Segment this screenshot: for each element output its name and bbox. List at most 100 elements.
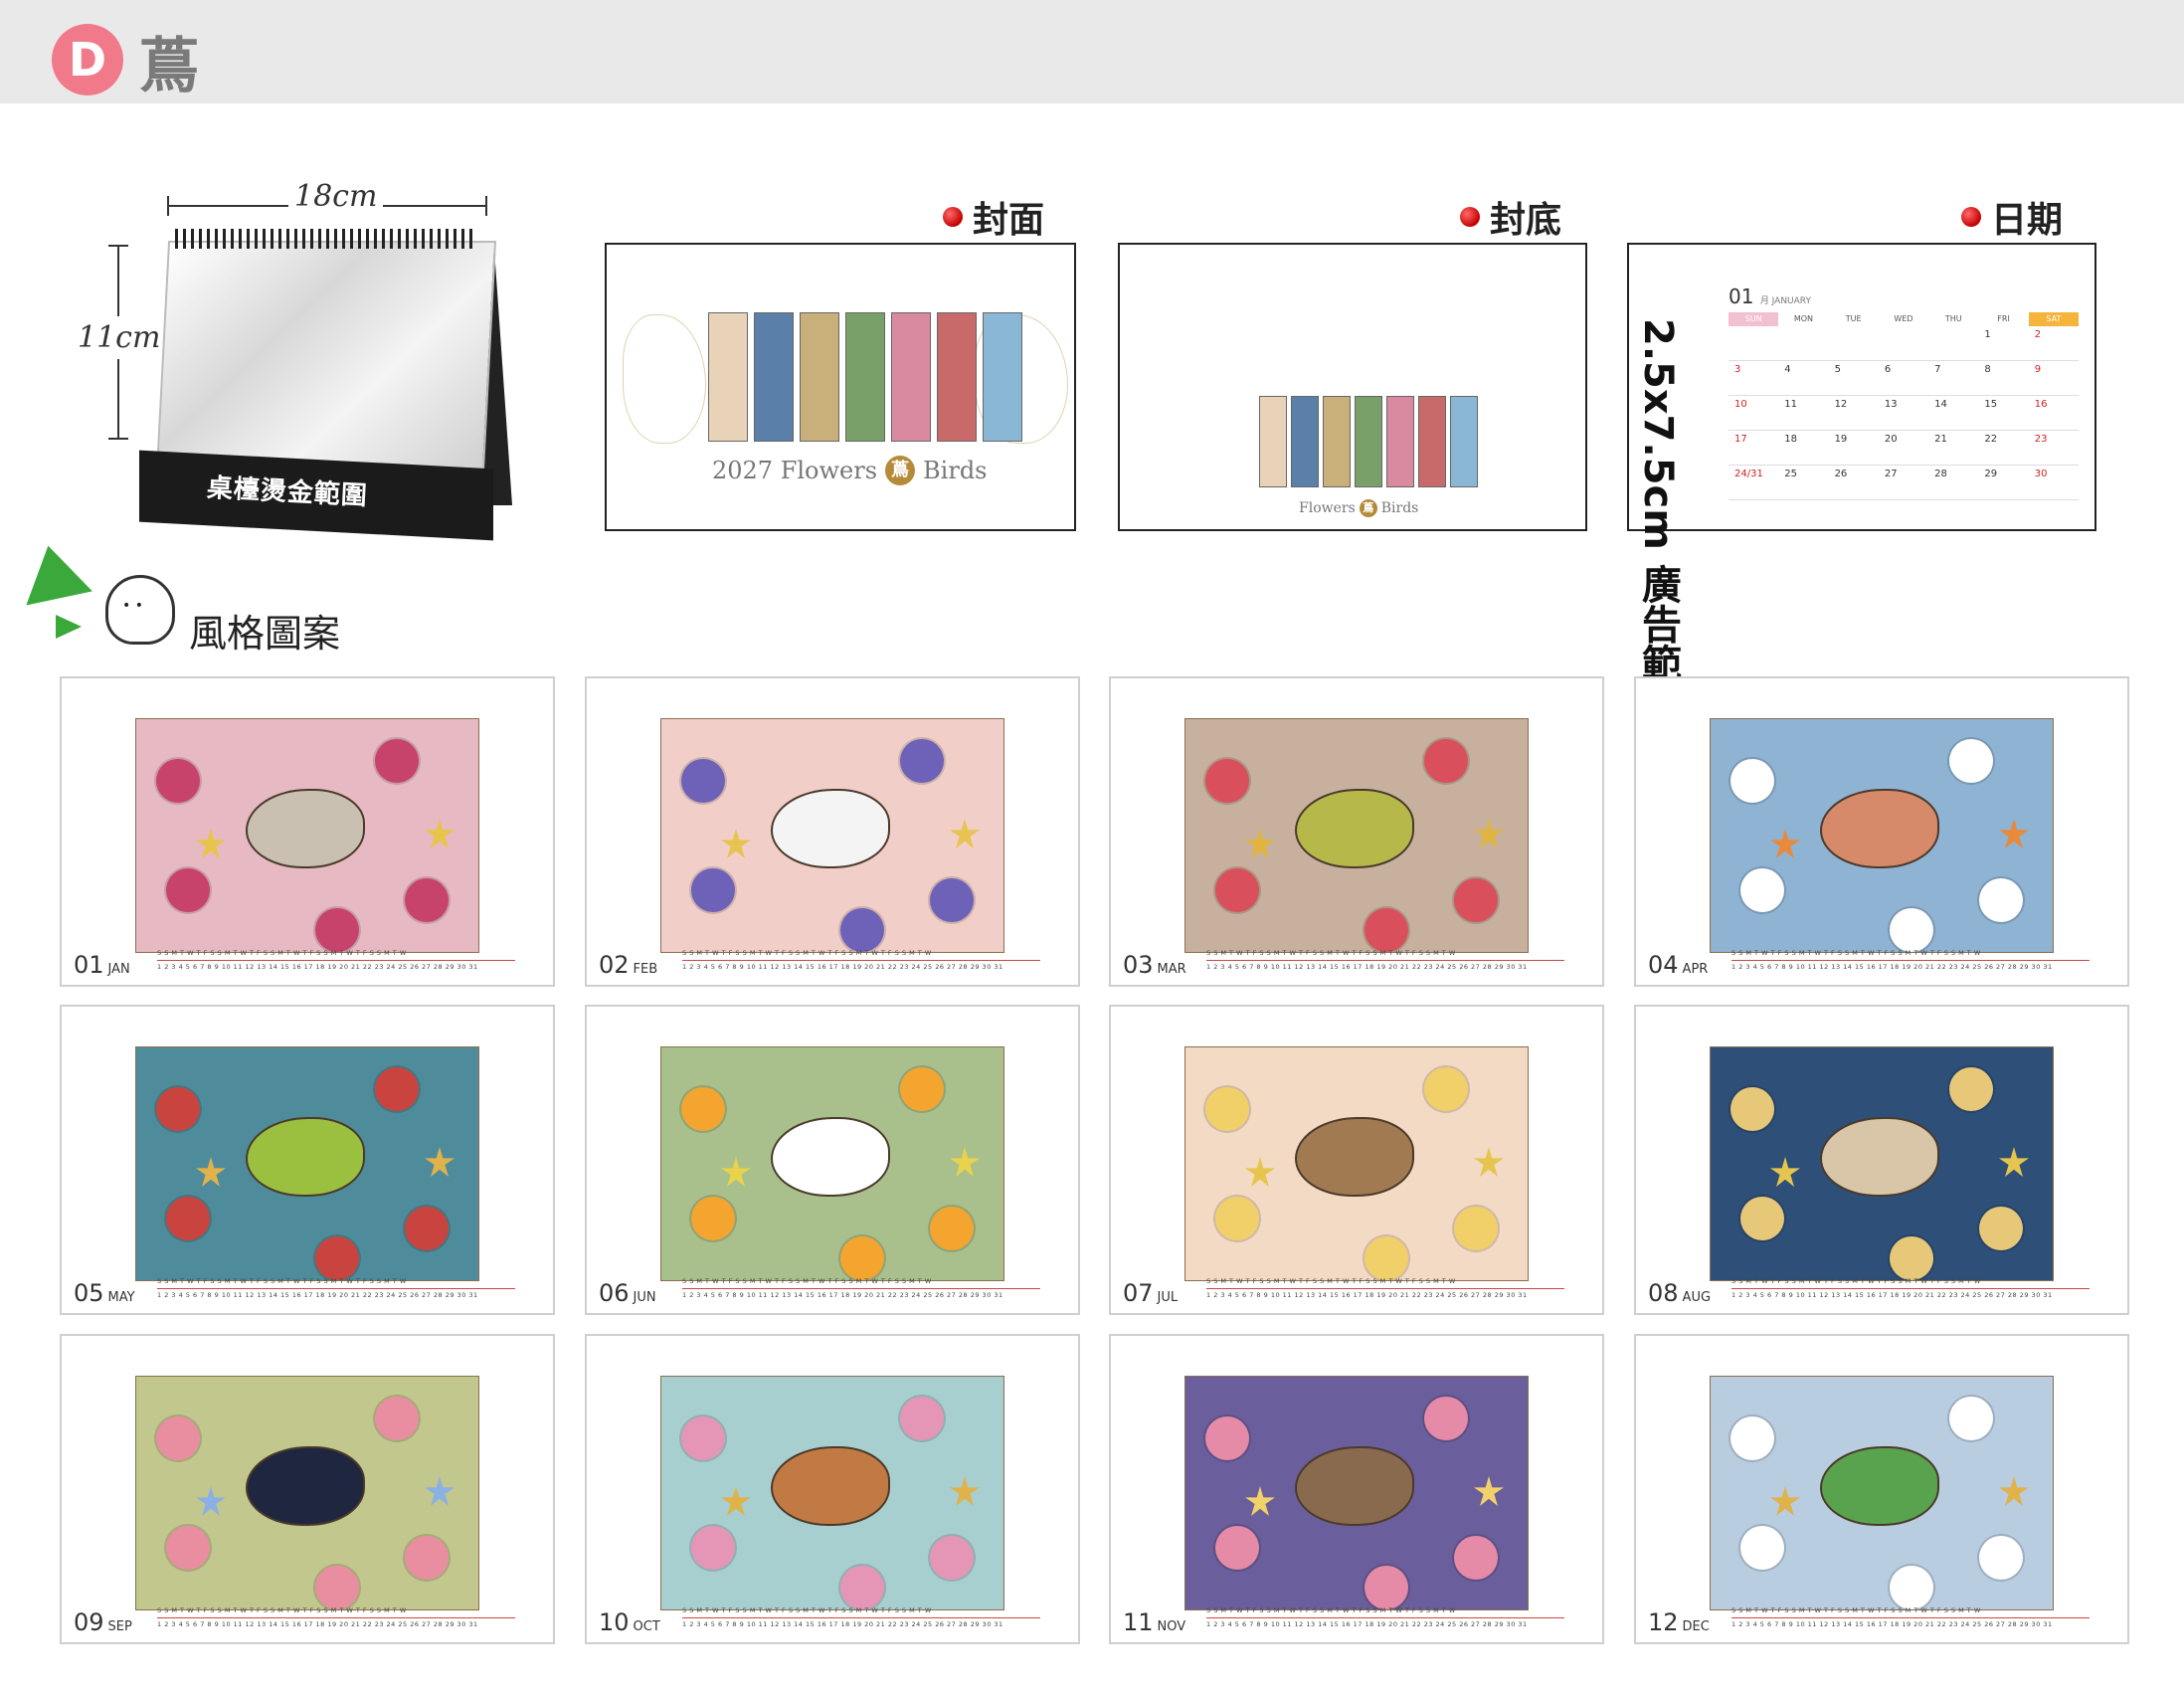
month-day-strip: S S M T W T F S S M T W T F S S M T W T … bbox=[1731, 1277, 2090, 1301]
day-cell: 3 bbox=[1729, 361, 1779, 396]
day-cell bbox=[1828, 326, 1879, 361]
month-name: JUL bbox=[1157, 1290, 1179, 1305]
weekday-strip: S S M T W T F S S M T W T F S S M T W T … bbox=[1731, 1606, 2090, 1618]
day-cell: 28 bbox=[1928, 466, 1979, 500]
weekday-label: TUE bbox=[1845, 314, 1862, 323]
star-motif bbox=[721, 1486, 751, 1516]
day-grid: 1 2 3 4 5 6 7 8 9 10 11 12 13 14 15 16 17 18 19 20 21 22 23 24/… bbox=[1729, 326, 2079, 500]
bird-figure bbox=[1820, 1117, 1939, 1197]
bullet-icon bbox=[943, 207, 963, 227]
flower-motif bbox=[1454, 878, 1498, 922]
flower-motif bbox=[375, 739, 419, 783]
front-cover-panel: 2027 Flowers 蔦 Birds bbox=[605, 243, 1076, 531]
star-motif bbox=[196, 1157, 226, 1187]
month-number: 08 bbox=[1648, 1279, 1679, 1307]
month-label: 05 MAY bbox=[74, 1279, 135, 1307]
month-illustration bbox=[660, 1046, 1004, 1281]
flower-motif bbox=[1215, 1526, 1259, 1570]
weekday-label: FRI bbox=[1997, 314, 2010, 323]
cover-strip bbox=[708, 312, 748, 442]
weekday-strip: S S M T W T F S S M T W T F S S M T W T … bbox=[1731, 949, 2090, 961]
star-motif bbox=[1474, 1147, 1504, 1177]
day-cell: 10 bbox=[1729, 396, 1779, 431]
day-cell: 2 bbox=[2028, 326, 2079, 361]
day-cell bbox=[1928, 326, 1979, 361]
month-card: 10 OCT S S M T W T F S S M T W T F S S M T… bbox=[585, 1334, 1080, 1644]
back-strip bbox=[1418, 396, 1446, 487]
star-motif bbox=[1999, 1476, 2029, 1506]
flower-motif bbox=[1365, 908, 1408, 952]
month-name: NOV bbox=[1157, 1619, 1186, 1634]
date-strip: 1 2 3 4 5 6 7 8 9 10 11 12 13 14 15 16 1… bbox=[1206, 1620, 1528, 1628]
weekday-label: SAT bbox=[2028, 312, 2079, 326]
flower-motif bbox=[1979, 1207, 2023, 1250]
weekday-strip: S S M T W T F S S M T W T F S S M T W T … bbox=[1206, 949, 1564, 961]
star-motif bbox=[1770, 1157, 1800, 1187]
flower-motif bbox=[1730, 759, 1774, 803]
date-strip: 1 2 3 4 5 6 7 8 9 10 11 12 13 14 15 16 1… bbox=[1731, 1291, 2053, 1299]
month-number: 04 bbox=[1648, 951, 1679, 979]
flower-motif bbox=[166, 1197, 210, 1240]
star-motif bbox=[1770, 1486, 1800, 1516]
month-card: 06 JUN S S M T W T F S S M T W T F S S M T… bbox=[585, 1005, 1080, 1315]
star-motif bbox=[425, 1147, 455, 1177]
back-strip bbox=[1259, 396, 1287, 487]
star-motif bbox=[1474, 819, 1504, 848]
bird-figure bbox=[1820, 789, 1939, 868]
flower-motif bbox=[315, 908, 359, 952]
flower-motif bbox=[1740, 1197, 1784, 1240]
weekday-strip: S S M T W T F S S M T W T F S S M T W T … bbox=[157, 1606, 515, 1618]
month-card: 02 FEB S S M T W T F S S M T W T F S S M T… bbox=[585, 676, 1080, 987]
day-cell: 13 bbox=[1878, 396, 1929, 431]
month-card: 05 MAY S S M T W T F S S M T W T F S S M T… bbox=[60, 1005, 555, 1315]
bird-figure bbox=[246, 1446, 365, 1526]
flower-motif bbox=[375, 1397, 419, 1440]
star-motif bbox=[196, 829, 226, 858]
weekday-label: SUN bbox=[1729, 312, 1779, 326]
star-motif bbox=[1474, 1476, 1504, 1506]
date-strip: 1 2 3 4 5 6 7 8 9 10 11 12 13 14 15 16 1… bbox=[682, 1291, 1003, 1299]
flower-motif bbox=[1215, 868, 1259, 912]
flower-motif bbox=[900, 1067, 944, 1111]
bullet-icon bbox=[1460, 207, 1480, 227]
flower-motif bbox=[691, 1526, 735, 1570]
month-number: 05 bbox=[74, 1279, 104, 1307]
bird-figure bbox=[771, 1117, 890, 1197]
weekday-header-row: SUN MON TUE WED THU FRI SAT bbox=[1729, 312, 2079, 326]
back-strip bbox=[1291, 396, 1319, 487]
month-number: 09 bbox=[74, 1608, 104, 1636]
back-cover-panel: Flowers 蔦 Birds bbox=[1118, 243, 1587, 531]
month-illustration bbox=[1184, 718, 1529, 953]
flower-motif bbox=[930, 878, 974, 922]
weekday-strip: S S M T W T F S S M T W T F S S M T W T … bbox=[157, 949, 515, 961]
month-label: 07 JUL bbox=[1123, 1279, 1178, 1307]
back-strip bbox=[1450, 396, 1478, 487]
flower-motif bbox=[1365, 1566, 1408, 1609]
front-cover-heading: 封面 bbox=[943, 191, 1044, 243]
sample-month-header: 01 月 JANUARY bbox=[1729, 284, 2079, 308]
weekday-strip: S S M T W T F S S M T W T F S S M T W T … bbox=[682, 1606, 1040, 1618]
month-label: 01 JAN bbox=[74, 951, 130, 979]
flower-motif bbox=[1740, 1526, 1784, 1570]
day-cell: 19 bbox=[1828, 431, 1879, 466]
month-day-strip: S S M T W T F S S M T W T F S S M T W T … bbox=[1206, 949, 1564, 973]
month-illustration bbox=[1710, 718, 2054, 953]
spiral-binding bbox=[175, 229, 473, 249]
month-label: 08 AUG bbox=[1648, 1279, 1711, 1307]
flower-motif bbox=[1205, 1416, 1249, 1460]
width-label: 18cm bbox=[288, 179, 384, 214]
month-name: JUN bbox=[633, 1290, 656, 1305]
month-label: 04 APR bbox=[1648, 951, 1708, 979]
day-cell: 24/31 bbox=[1729, 466, 1779, 500]
month-card: 08 AUG S S M T W T F S S M T W T F S S M T… bbox=[1634, 1005, 2129, 1315]
day-cell: 8 bbox=[1978, 361, 2029, 396]
day-cell: 22 bbox=[1978, 431, 2029, 466]
flower-motif bbox=[315, 1566, 359, 1609]
date-strip: 1 2 3 4 5 6 7 8 9 10 11 12 13 14 15 16 1… bbox=[1731, 963, 2053, 971]
day-cell: 23 bbox=[2028, 431, 2079, 466]
height-label: 11cm bbox=[78, 316, 161, 359]
cover-strip-row bbox=[708, 312, 1022, 442]
month-label: 12 DEC bbox=[1648, 1608, 1710, 1636]
month-day-strip: S S M T W T F S S M T W T F S S M T W T … bbox=[682, 949, 1040, 973]
flower-motif bbox=[1424, 1067, 1468, 1111]
